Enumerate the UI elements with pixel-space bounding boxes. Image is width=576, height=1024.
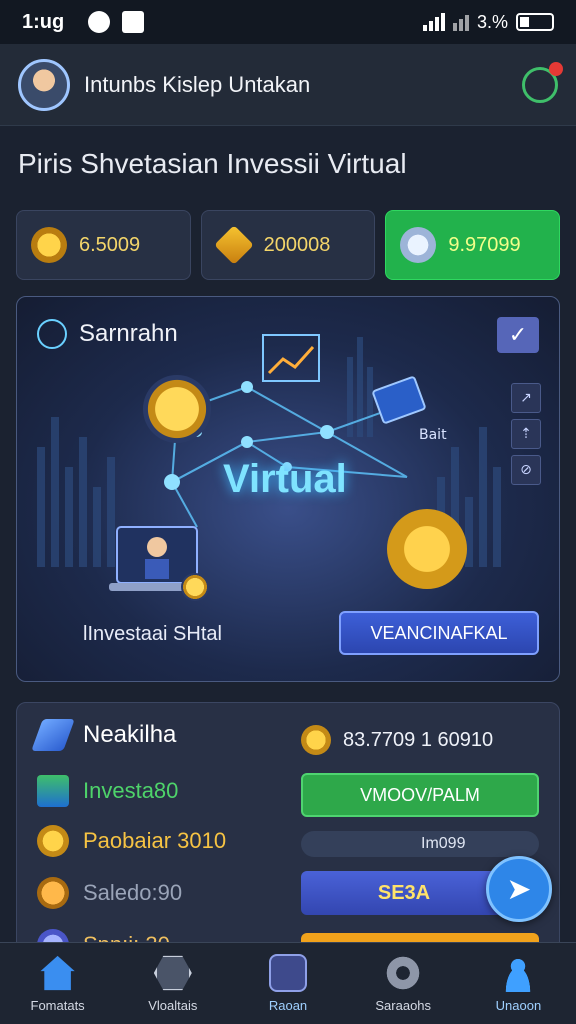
block-tool-icon[interactable]: ⊘ — [511, 455, 541, 485]
panel-row-label: Saledo:90 — [83, 880, 183, 905]
panel-row-paobaiar[interactable]: Paobaiar 3010 — [37, 825, 226, 857]
stats-row: 6.5009 200008 9.97099 — [16, 210, 561, 280]
wing-icon — [31, 719, 75, 751]
nav-item-home[interactable]: Fomatats — [0, 943, 115, 1024]
image-icon — [122, 11, 145, 33]
nav-item-settings[interactable]: Saraaohs — [346, 943, 461, 1024]
panel-row-label: Paobaiar 3010 — [83, 828, 227, 853]
status-bar: 1:ug 3.% — [0, 0, 576, 44]
stat-card-crown[interactable]: 200008 — [200, 210, 376, 280]
nav-label: Fomatats — [30, 998, 85, 1013]
dollar-gear-icon — [387, 509, 467, 589]
nav-item-vloaltais[interactable]: Vloaltais — [115, 943, 230, 1024]
signal-icon — [422, 13, 445, 31]
panel-row-investa[interactable]: Investa80 — [37, 775, 178, 807]
gold-coin-icon — [143, 375, 211, 443]
chart-icon — [37, 775, 69, 807]
coin-stack-icon — [181, 573, 209, 601]
portfolio-panel: Neakilha Investa80 Paobaiar 3010 Saledo:… — [16, 702, 560, 952]
globe-icon — [37, 877, 69, 909]
stat-value: 9.97099 — [448, 233, 521, 256]
side-toolbar: ↗ ⇡ ⊘ — [511, 383, 541, 485]
virtual-label: Virtual — [223, 457, 347, 501]
battery-percent: 3.% — [476, 11, 508, 32]
trend-tool-icon[interactable]: ↗ — [511, 383, 541, 413]
nav-label: Vloaltais — [148, 998, 198, 1013]
up-tool-icon[interactable]: ⇡ — [511, 419, 541, 449]
app-bar: Intunbs Kislep Untakan — [0, 44, 576, 126]
page-title: Piris Shvetasian Invessii Virtual — [18, 148, 407, 179]
nav-label: Unaoon — [495, 998, 542, 1013]
value-pill: Im099 — [301, 831, 539, 857]
shield-notification-icon[interactable] — [522, 61, 563, 103]
forward-arrow-button[interactable]: ➤ — [486, 856, 552, 922]
coin-icon — [301, 725, 331, 755]
panel-row-neakilha[interactable]: Neakilha — [31, 719, 177, 751]
hero-header: Sarnrahn — [37, 319, 178, 349]
gear-coin-icon — [31, 227, 67, 263]
nav-item-raoan[interactable]: Raoan — [230, 943, 345, 1024]
status-right: 3.% — [422, 11, 554, 33]
stat-card-rocket[interactable]: 9.97099 — [385, 210, 561, 280]
nav-label: Raoan — [268, 998, 308, 1013]
home-icon — [40, 955, 75, 991]
bait-label: Bait — [419, 427, 447, 443]
hexagon-icon — [153, 955, 192, 991]
avatar[interactable] — [18, 58, 70, 111]
stat-value: 200008 — [263, 233, 331, 256]
panel-row-label: Neakilha — [83, 721, 177, 748]
nav-label: Saraaohs — [375, 998, 432, 1013]
status-time: 1:ug — [22, 10, 65, 33]
nav-item-user[interactable]: Unaoon — [461, 943, 576, 1024]
green-action-button[interactable]: VMOOV/PALM — [301, 773, 539, 817]
coin-icon — [37, 825, 69, 857]
hero-caption: lInvestaai SHtal — [83, 623, 222, 645]
info-icon[interactable] — [37, 319, 67, 349]
stat-value: 6.5009 — [79, 233, 141, 256]
amount-value: 83.7709 1 60910 — [343, 728, 494, 751]
notification-badge — [549, 61, 563, 76]
panel-row-label: Investa80 — [83, 778, 179, 803]
status-icons — [88, 11, 145, 33]
battery-icon — [516, 13, 554, 31]
checkbox-button[interactable]: ✓ — [497, 317, 539, 353]
hero-cta-button[interactable]: VEANCINAFKAL — [339, 611, 539, 655]
hero-title: Sarnrahn — [79, 320, 178, 347]
gold-crown-icon — [213, 225, 254, 265]
tools-icon — [269, 954, 307, 992]
user-icon — [499, 954, 538, 992]
amount-display: 83.7709 1 60910 — [301, 725, 493, 755]
app-title: Intunbs Kislep Untakan — [84, 71, 311, 97]
rocket-icon — [400, 227, 437, 263]
bottom-nav: Fomatats Vloaltais Raoan Saraaohs Unaoon — [0, 942, 576, 1024]
stat-card-coins[interactable]: 6.5009 — [16, 210, 191, 280]
wifi-icon — [452, 13, 469, 31]
hero-card: Sarnrahn ✓ ↗ ⇡ ⊘ Virtual Bait lInvestaai… — [16, 296, 560, 682]
settings-icon — [384, 954, 423, 992]
notification-icon — [88, 11, 111, 33]
blue-action-button[interactable]: SE3A — [301, 871, 507, 915]
panel-row-saledo[interactable]: Saledo:90 — [37, 877, 182, 909]
